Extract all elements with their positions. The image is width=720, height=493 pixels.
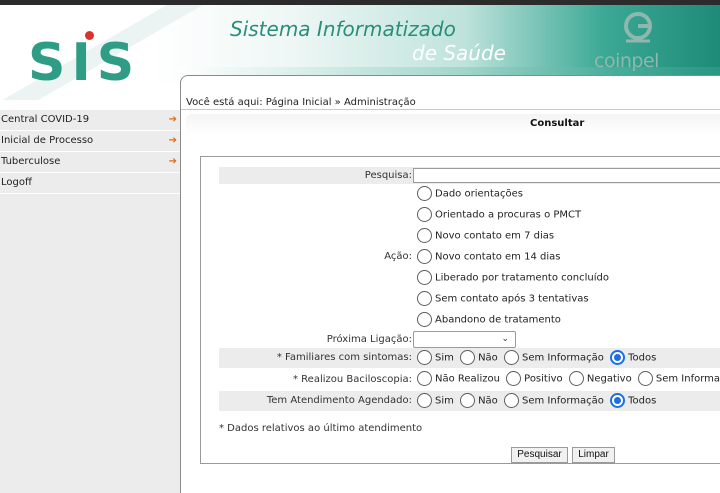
- acao-option-sem-contato[interactable]: Sem contato após 3 tentativas: [417, 291, 589, 306]
- sis-logo-text: SIS: [28, 33, 141, 93]
- option-label: Sim: [435, 352, 454, 364]
- option-label: Negativo: [586, 373, 632, 385]
- radio-button[interactable]: [417, 270, 432, 285]
- atendimento-radio-group: Sim Não Sem Informação Todos: [417, 393, 659, 408]
- chevron-down-icon: ⌄: [501, 334, 509, 344]
- radio-button[interactable]: [506, 371, 522, 386]
- option-label: Não: [478, 395, 498, 407]
- baciloscopia-radio-group: Não Realizou Positivo Negativo Sem Infor…: [417, 371, 720, 386]
- radio-button[interactable]: [417, 249, 432, 264]
- baciloscopia-option-nao-realizou[interactable]: Não Realizou: [417, 371, 500, 386]
- radio-button-selected[interactable]: [610, 350, 626, 365]
- sidebar-item-label: Tuberculose: [1, 156, 61, 167]
- arrow-right-icon: ➔: [168, 135, 177, 146]
- baciloscopia-option-negativo[interactable]: Negativo: [568, 371, 632, 386]
- radio-button[interactable]: [460, 393, 476, 408]
- option-label: Sem Informação: [655, 373, 720, 385]
- familiares-radio-group: Sim Não Sem Informação Todos: [417, 350, 659, 365]
- radio-button[interactable]: [503, 393, 519, 408]
- pesquisar-button[interactable]: Pesquisar: [511, 447, 568, 463]
- acao-option-dado-orientacoes[interactable]: Dado orientações: [417, 186, 523, 201]
- sidebar-item-label: Inicial de Processo: [1, 135, 94, 146]
- radio-button[interactable]: [460, 350, 476, 365]
- system-title-line1: Sistema Informatizado: [230, 17, 456, 41]
- sidebar-menu: Central COVID-19 ➔ Inicial de Processo ➔…: [0, 110, 180, 493]
- option-label: Sem Informação: [521, 395, 604, 407]
- breadcrumb-divider: [181, 109, 720, 110]
- acao-option-novo-contato-7[interactable]: Novo contato em 7 dias: [417, 228, 554, 243]
- radio-button[interactable]: [417, 228, 432, 243]
- panel-title: Consultar: [530, 118, 585, 129]
- sis-logo: SIS: [28, 31, 140, 89]
- system-title-line2: de Saúde: [412, 41, 506, 65]
- radio-button[interactable]: [417, 186, 432, 201]
- radio-button[interactable]: [637, 371, 653, 386]
- option-label: Todos: [628, 395, 657, 407]
- pesquisa-input[interactable]: [413, 168, 720, 183]
- atendimento-option-todos[interactable]: Todos: [610, 393, 656, 408]
- option-label: Novo contato em 14 dias: [435, 251, 561, 263]
- acao-option-novo-contato-14[interactable]: Novo contato em 14 dias: [417, 249, 560, 264]
- option-label: Novo contato em 7 dias: [435, 230, 555, 242]
- coinpel-logo-icon: [624, 12, 652, 43]
- option-label: Liberado por tratamento concluído: [435, 272, 609, 284]
- baciloscopia-option-sem-informacao[interactable]: Sem Informação: [637, 371, 720, 386]
- option-label: Todos: [628, 352, 657, 364]
- panel-header: [186, 114, 720, 134]
- atendimento-option-sim[interactable]: Sim: [417, 393, 454, 408]
- radio-button-selected[interactable]: [610, 393, 626, 408]
- radio-button[interactable]: [417, 371, 432, 386]
- radio-button[interactable]: [417, 350, 432, 365]
- arrow-right-icon: ➔: [168, 114, 177, 125]
- radio-button[interactable]: [503, 350, 519, 365]
- option-label: Sim: [435, 395, 454, 407]
- option-label: Positivo: [524, 373, 563, 385]
- baciloscopia-option-positivo[interactable]: Positivo: [506, 371, 563, 386]
- proxima-ligacao-select[interactable]: ⌄: [413, 331, 516, 348]
- radio-button[interactable]: [417, 291, 432, 306]
- acao-option-liberado[interactable]: Liberado por tratamento concluído: [417, 270, 609, 285]
- atendimento-option-sem-informacao[interactable]: Sem Informação: [503, 393, 604, 408]
- familiares-option-todos[interactable]: Todos: [610, 350, 656, 365]
- sis-logo-dot: [85, 31, 94, 40]
- footnote: * Dados relativos ao último atendimento: [219, 423, 423, 434]
- company-name: coinpel: [594, 50, 659, 72]
- pesquisa-label: Pesquisa:: [364, 170, 412, 181]
- radio-button[interactable]: [568, 371, 584, 386]
- proxima-ligacao-label: Próxima Ligação:: [326, 334, 412, 345]
- familiares-option-sem-informacao[interactable]: Sem Informação: [503, 350, 604, 365]
- option-label: Dado orientações: [435, 188, 523, 200]
- sidebar-item-tuberculose[interactable]: Tuberculose ➔: [0, 152, 180, 173]
- atendimento-label: Tem Atendimento Agendado:: [266, 395, 412, 406]
- sidebar-item-label: Logoff: [1, 177, 32, 188]
- search-form: [200, 156, 720, 464]
- acao-label: Ação:: [384, 251, 412, 262]
- sidebar-item-label: Central COVID-19: [1, 114, 90, 125]
- option-label: Não Realizou: [435, 373, 500, 385]
- limpar-button[interactable]: Limpar: [572, 447, 615, 463]
- arrow-right-icon: ➔: [168, 156, 177, 167]
- familiares-option-sim[interactable]: Sim: [417, 350, 454, 365]
- baciloscopia-label: * Realizou Baciloscopia:: [292, 374, 412, 385]
- familiares-label: * Familiares com sintomas:: [276, 352, 412, 363]
- breadcrumb: Você está aqui: Página Inicial » Adminis…: [186, 97, 416, 108]
- option-label: Sem contato após 3 tentativas: [435, 293, 589, 305]
- option-label: Não: [478, 352, 498, 364]
- familiares-option-nao[interactable]: Não: [460, 350, 498, 365]
- sidebar-item-logoff[interactable]: Logoff: [0, 173, 180, 194]
- option-label: Abandono de tratamento: [435, 314, 561, 326]
- radio-button[interactable]: [417, 312, 432, 327]
- radio-button[interactable]: [417, 393, 432, 408]
- radio-button[interactable]: [417, 207, 432, 222]
- sidebar-item-inicial-processo[interactable]: Inicial de Processo ➔: [0, 131, 180, 152]
- option-label: Sem Informação: [521, 352, 604, 364]
- acao-option-orientado-pmct[interactable]: Orientado a procuras o PMCT: [417, 207, 581, 222]
- sidebar-item-central-covid[interactable]: Central COVID-19 ➔: [0, 110, 180, 131]
- option-label: Orientado a procuras o PMCT: [435, 209, 582, 221]
- acao-option-abandono[interactable]: Abandono de tratamento: [417, 312, 561, 327]
- atendimento-option-nao[interactable]: Não: [460, 393, 498, 408]
